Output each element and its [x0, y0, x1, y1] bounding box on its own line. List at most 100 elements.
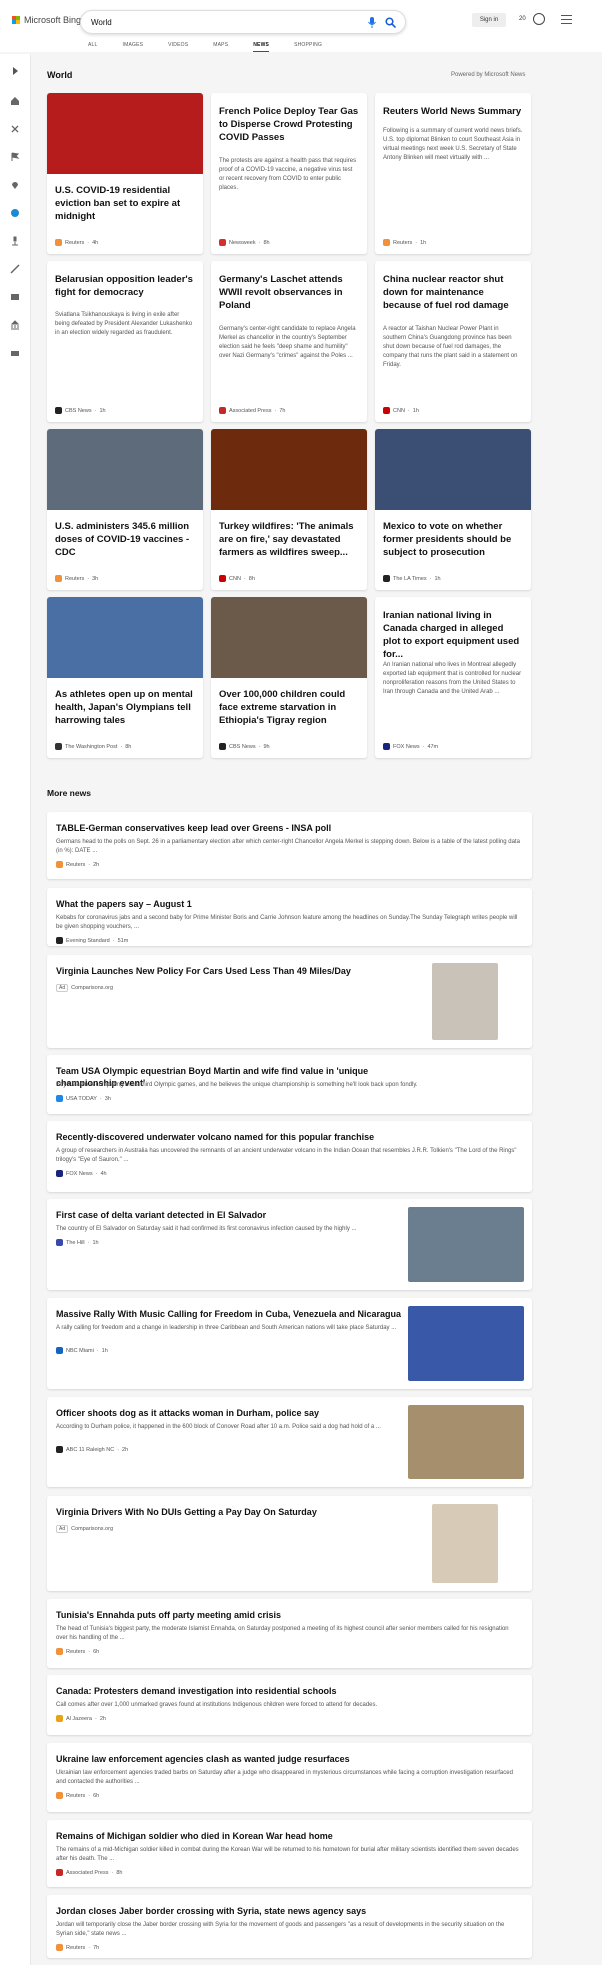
news-card[interactable]: Reuters World News Summary Following is a…: [375, 93, 531, 254]
more-news-item[interactable]: Remains of Michigan soldier who died in …: [47, 1820, 532, 1887]
more-news-item[interactable]: Virginia Drivers With No DUIs Getting a …: [47, 1496, 532, 1591]
news-card-title: Over 100,000 children could face extreme…: [219, 689, 346, 726]
tab-images[interactable]: IMAGES: [123, 42, 144, 52]
microphone-icon[interactable]: [367, 17, 377, 28]
more-news-item[interactable]: Massive Rally With Music Calling for Fre…: [47, 1298, 532, 1389]
more-news-item[interactable]: Canada: Protesters demand investigation …: [47, 1675, 532, 1735]
source-name: Reuters: [393, 239, 413, 246]
more-news-title: What the papers say – August 1: [56, 899, 192, 909]
tab-all[interactable]: ALL: [88, 42, 98, 52]
more-news-item[interactable]: What the papers say – August 1 Kebabs for…: [47, 888, 532, 946]
entertainment-icon[interactable]: [10, 292, 20, 302]
more-news-item[interactable]: Jordan closes Jaber border crossing with…: [47, 1895, 532, 1958]
source-name: Associated Press: [229, 407, 272, 414]
tab-maps[interactable]: MAPS: [213, 42, 228, 52]
rewards-trophy-icon[interactable]: [533, 13, 545, 25]
more-news-description: The remains of a mid-Michigan soldier ki…: [56, 1847, 519, 1862]
news-card[interactable]: U.S. administers 345.6 million doses of …: [47, 429, 203, 590]
news-card[interactable]: As athletes open up on mental health, Ja…: [47, 597, 203, 758]
search-input[interactable]: [91, 15, 341, 30]
news-card[interactable]: Over 100,000 children could face extreme…: [211, 597, 367, 758]
more-news-description: Ukrainian law enforcement agencies trade…: [56, 1770, 513, 1785]
dot-separator: ·: [87, 575, 90, 582]
expand-arrow-icon[interactable]: [10, 66, 20, 76]
money-icon[interactable]: [10, 348, 20, 358]
more-news-item[interactable]: TABLE-German conservatives keep lead ove…: [47, 812, 532, 879]
tab-videos[interactable]: VIDEOS: [168, 42, 188, 52]
news-card[interactable]: China nuclear reactor shut down for main…: [375, 261, 531, 422]
globe-icon[interactable]: [10, 208, 20, 218]
source-name: CBS News: [229, 743, 256, 750]
source-name: The Washington Post: [65, 743, 118, 750]
more-news-item[interactable]: Tunisia's Ennahda puts off party meeting…: [47, 1599, 532, 1668]
publish-time: 8h: [263, 239, 270, 246]
more-news-item[interactable]: Team USA Olympic equestrian Boyd Martin …: [47, 1055, 532, 1114]
search-icon[interactable]: [385, 17, 396, 28]
publisher-logo-icon: [56, 1170, 63, 1177]
publish-time: 1h: [412, 407, 419, 414]
dot-separator: ·: [422, 743, 425, 750]
more-news-thumbnail: [408, 1405, 524, 1479]
microscope-icon[interactable]: [10, 236, 20, 246]
dot-separator: ·: [88, 1944, 91, 1951]
bing-logo[interactable]: Microsoft Bing: [12, 15, 81, 25]
more-news-description: Boyd Martin is competing in his third Ol…: [56, 1082, 418, 1088]
news-card[interactable]: Iranian national living in Canada charge…: [375, 597, 531, 758]
news-card[interactable]: Mexico to vote on whether former preside…: [375, 429, 531, 590]
microsoft-logo-icon: [12, 16, 20, 24]
source-name: ABC 11 Raleigh NC: [66, 1446, 115, 1453]
more-news-item[interactable]: Ukraine law enforcement agencies clash a…: [47, 1743, 532, 1812]
tab-shopping[interactable]: SHOPPING: [294, 42, 322, 52]
source-name: Comparisons.org: [71, 1526, 114, 1532]
more-news-description: Jordan will temporarily close the Jaber …: [56, 1922, 505, 1937]
dot-separator: ·: [99, 1095, 102, 1102]
source-name: Reuters: [66, 861, 86, 868]
more-news-title: Massive Rally With Music Calling for Fre…: [56, 1309, 402, 1319]
news-card[interactable]: Belarusian opposition leader's fight for…: [47, 261, 203, 422]
news-card[interactable]: French Police Deploy Tear Gas to Dispers…: [211, 93, 367, 254]
business-icon[interactable]: [10, 320, 20, 330]
dot-separator: ·: [94, 407, 97, 414]
publish-time: 8h: [248, 575, 255, 582]
dot-separator: ·: [88, 1792, 91, 1799]
more-news-item[interactable]: Virginia Launches New Policy For Cars Us…: [47, 955, 532, 1048]
more-news-item[interactable]: Recently-discovered underwater volcano n…: [47, 1121, 532, 1192]
news-card[interactable]: U.S. COVID-19 residential eviction ban s…: [47, 93, 203, 254]
more-news-item[interactable]: Officer shoots dog as it attacks woman i…: [47, 1397, 532, 1487]
source-name: FOX News: [66, 1170, 93, 1177]
publisher-logo-icon: [383, 743, 390, 750]
source-name: CNN: [393, 407, 405, 414]
more-news-source: FOX News · 4h: [56, 1170, 107, 1177]
rewards-count[interactable]: 20: [519, 16, 526, 22]
search-tabs: ALL IMAGES VIDEOS MAPS NEWS SHOPPING: [88, 42, 347, 52]
publish-time: 4h: [92, 239, 99, 246]
more-news-title: Virginia Launches New Policy For Cars Us…: [56, 966, 351, 976]
source-name: The Hill: [66, 1239, 85, 1246]
more-news-item[interactable]: First case of delta variant detected in …: [47, 1199, 532, 1290]
tab-news[interactable]: NEWS: [253, 42, 269, 52]
home-icon[interactable]: [10, 96, 20, 106]
source-name: Evening Standard: [66, 937, 110, 944]
hamburger-menu-icon[interactable]: [561, 15, 572, 24]
sports-icon[interactable]: [10, 264, 20, 274]
news-card[interactable]: Turkey wildfires: 'The animals are on fi…: [211, 429, 367, 590]
sign-in-button[interactable]: Sign in: [472, 13, 506, 27]
more-news-source: Reuters · 7h: [56, 1944, 99, 1951]
publish-time: 1h: [101, 1347, 108, 1354]
more-news-source: Evening Standard · 51m: [56, 937, 128, 944]
publish-time: 8h: [116, 1869, 123, 1876]
publisher-logo-icon: [56, 1347, 63, 1354]
news-card-source: CBS News · 1h: [55, 407, 106, 414]
news-card-source: The LA Times · 1h: [383, 575, 441, 582]
publish-time: 6h: [93, 1792, 100, 1799]
location-pin-icon[interactable]: [10, 180, 20, 190]
publish-time: 2h: [99, 1715, 106, 1722]
news-card[interactable]: Germany's Laschet attends WWII revolt ob…: [211, 261, 367, 422]
flag-icon[interactable]: [10, 152, 20, 162]
publish-time: 1h: [420, 239, 427, 246]
publish-time: 9h: [263, 743, 270, 750]
publisher-logo-icon: [56, 937, 63, 944]
source-name: Al Jazeera: [66, 1715, 92, 1722]
news-card-image: [47, 597, 203, 678]
tools-icon[interactable]: [10, 124, 20, 134]
